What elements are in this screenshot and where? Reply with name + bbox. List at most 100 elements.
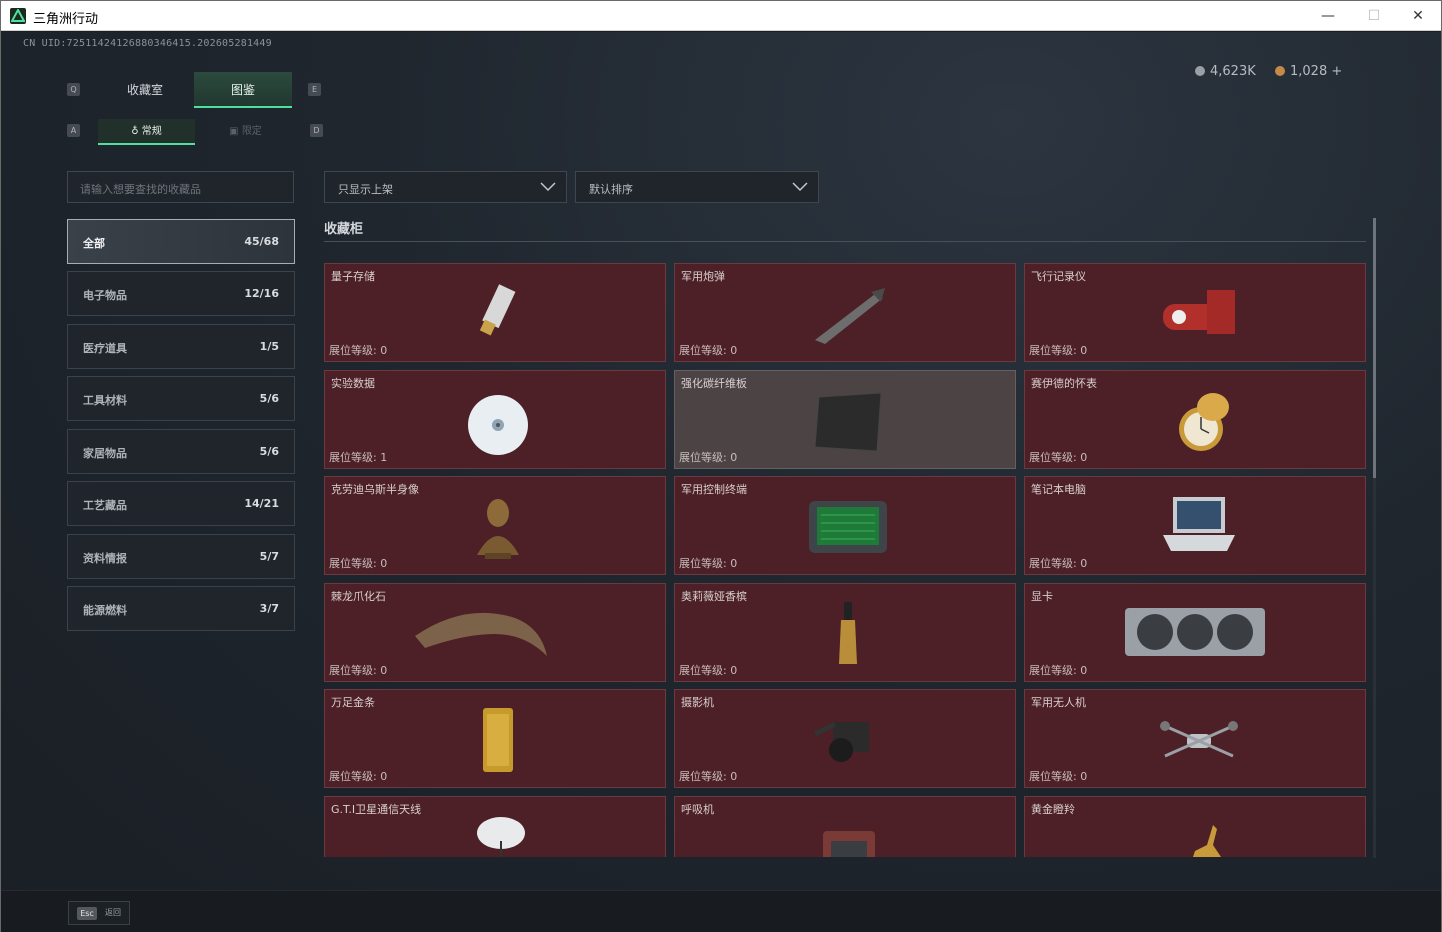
category-medical[interactable]: 医疗道具 1/5 bbox=[67, 324, 295, 369]
collection-item-card[interactable]: 笔记本电脑 展位等级: 0 bbox=[1024, 476, 1366, 575]
display-level: 展位等级: 0 bbox=[329, 555, 387, 571]
silver-amount: 4,623K bbox=[1210, 63, 1256, 79]
tab-collection-room[interactable]: 收藏室 bbox=[96, 72, 194, 108]
display-level: 展位等级: 0 bbox=[679, 449, 737, 465]
category-electronics[interactable]: 电子物品 12/16 bbox=[67, 271, 295, 316]
item-name: 军用控制终端 bbox=[681, 483, 747, 496]
category-all[interactable]: 全部 45/68 bbox=[67, 219, 295, 264]
display-level-label: 展位等级: bbox=[329, 451, 381, 464]
collection-item-card[interactable]: 呼吸机 bbox=[674, 796, 1016, 857]
collection-item-card[interactable]: 赛伊德的怀表 展位等级: 0 bbox=[1024, 370, 1366, 469]
category-intel[interactable]: 资料情报 5/7 bbox=[67, 534, 295, 579]
item-name: 棘龙爪化石 bbox=[331, 590, 386, 603]
usb-drive-icon bbox=[455, 278, 541, 348]
collection-item-card[interactable]: 克劳迪乌斯半身像 展位等级: 0 bbox=[324, 476, 666, 575]
category-label: 工艺藏品 bbox=[83, 499, 127, 512]
maximize-button[interactable]: ☐ bbox=[1351, 1, 1397, 31]
collection-item-card[interactable]: 棘龙爪化石 展位等级: 0 bbox=[324, 583, 666, 682]
collection-item-card[interactable]: 显卡 展位等级: 0 bbox=[1024, 583, 1366, 682]
back-button[interactable]: Esc 返回 bbox=[68, 901, 130, 925]
gold-coin-icon bbox=[1275, 66, 1285, 76]
display-level: 展位等级: 0 bbox=[1029, 768, 1087, 784]
display-level-value: 0 bbox=[1080, 770, 1088, 783]
collection-item-card[interactable]: G.T.I卫星通信天线 bbox=[324, 796, 666, 857]
collection-item-card[interactable]: 飞行记录仪 展位等级: 0 bbox=[1024, 263, 1366, 362]
display-level-label: 展位等级: bbox=[1029, 557, 1081, 570]
chevron-down-icon bbox=[540, 182, 556, 192]
collection-item-card[interactable]: 强化碳纤维板 展位等级: 0 bbox=[674, 370, 1016, 469]
category-label: 全部 bbox=[83, 237, 105, 250]
category-count: 3/7 bbox=[259, 602, 279, 615]
search-input[interactable]: 请输入想要查找的收藏品 bbox=[67, 171, 294, 203]
flight-recorder-icon bbox=[1155, 278, 1241, 348]
display-level-value: 1 bbox=[380, 451, 388, 464]
gold-bar-icon bbox=[455, 704, 541, 774]
collection-item-card[interactable]: 实验数据 展位等级: 1 bbox=[324, 370, 666, 469]
item-name: 量子存储 bbox=[331, 270, 375, 283]
gold-currency[interactable]: 1,028 + bbox=[1275, 62, 1342, 80]
divider bbox=[324, 241, 1366, 242]
item-name: 赛伊德的怀表 bbox=[1031, 377, 1097, 390]
display-level: 展位等级: 0 bbox=[1029, 555, 1087, 571]
item-name: 显卡 bbox=[1031, 590, 1053, 603]
gpu-icon bbox=[1125, 598, 1265, 668]
collection-item-card[interactable]: 量子存储 展位等级: 0 bbox=[324, 263, 666, 362]
category-label: 工具材料 bbox=[83, 394, 127, 407]
scrollbar-thumb[interactable] bbox=[1373, 218, 1376, 478]
display-level-value: 0 bbox=[380, 557, 388, 570]
window-title: 三角洲行动 bbox=[33, 12, 99, 27]
category-label: 资料情报 bbox=[83, 552, 127, 565]
category-energy[interactable]: 能源燃料 3/7 bbox=[67, 586, 295, 631]
display-level-value: 0 bbox=[730, 557, 738, 570]
app-logo-icon bbox=[10, 8, 26, 24]
display-level: 展位等级: 0 bbox=[679, 342, 737, 358]
collection-item-card[interactable]: 军用炮弹 展位等级: 0 bbox=[674, 263, 1016, 362]
category-count: 5/7 bbox=[259, 550, 279, 563]
item-name: 强化碳纤维板 bbox=[681, 377, 747, 390]
tab-catalog[interactable]: 图鉴 bbox=[194, 72, 292, 108]
collection-item-card[interactable]: 军用控制终端 展位等级: 0 bbox=[674, 476, 1016, 575]
main-tabs: 收藏室 图鉴 bbox=[96, 72, 292, 108]
ventilator-icon bbox=[805, 811, 891, 857]
subtab-regular[interactable]: ♁ 常规 bbox=[98, 119, 195, 145]
satellite-dish-icon bbox=[455, 811, 541, 857]
display-level-value: 0 bbox=[1080, 451, 1088, 464]
item-name: 呼吸机 bbox=[681, 803, 714, 816]
game-screen: CN UID:72511424126880346415.202605281449… bbox=[1, 32, 1441, 932]
display-level-label: 展位等级: bbox=[1029, 770, 1081, 783]
item-name: 克劳迪乌斯半身像 bbox=[331, 483, 419, 496]
player-uid: CN UID:72511424126880346415.202605281449 bbox=[23, 38, 272, 49]
display-level-value: 0 bbox=[1080, 664, 1088, 677]
collection-item-card[interactable]: 军用无人机 展位等级: 0 bbox=[1024, 689, 1366, 788]
display-filter-dropdown[interactable]: 只显示上架 bbox=[324, 171, 567, 203]
collection-item-card[interactable]: 万足金条 展位等级: 0 bbox=[324, 689, 666, 788]
chevron-down-icon bbox=[792, 182, 808, 192]
item-name: G.T.I卫星通信天线 bbox=[331, 803, 422, 816]
collection-item-card[interactable]: 黄金瞪羚 bbox=[1024, 796, 1366, 857]
category-crafts[interactable]: 工艺藏品 14/21 bbox=[67, 481, 295, 526]
missile-icon bbox=[805, 278, 891, 348]
category-household[interactable]: 家居物品 5/6 bbox=[67, 429, 295, 474]
subtab-regular-label: 常规 bbox=[141, 126, 162, 137]
minimize-button[interactable]: — bbox=[1305, 1, 1351, 31]
close-button[interactable]: ✕ bbox=[1395, 1, 1441, 31]
display-level-value: 0 bbox=[1080, 557, 1088, 570]
display-level-label: 展位等级: bbox=[329, 557, 381, 570]
collection-item-card[interactable]: 奥莉薇娅香槟 展位等级: 0 bbox=[674, 583, 1016, 682]
collection-item-card[interactable]: 摄影机 展位等级: 0 bbox=[674, 689, 1016, 788]
grid-scrollbar[interactable] bbox=[1373, 218, 1376, 858]
sort-dropdown[interactable]: 默认排序 bbox=[575, 171, 819, 203]
display-level: 展位等级: 0 bbox=[1029, 449, 1087, 465]
image-icon: ▣ bbox=[229, 126, 242, 137]
display-level-value: 0 bbox=[730, 664, 738, 677]
silver-coin-icon bbox=[1195, 66, 1205, 76]
display-level-label: 展位等级: bbox=[329, 344, 381, 357]
display-level-value: 0 bbox=[1080, 344, 1088, 357]
key-hint-q: Q bbox=[67, 83, 80, 96]
subtab-limited[interactable]: ▣ 限定 bbox=[197, 119, 294, 145]
terminal-icon bbox=[805, 491, 891, 561]
esc-key-hint: Esc bbox=[77, 907, 97, 920]
item-name: 黄金瞪羚 bbox=[1031, 803, 1075, 816]
display-level-label: 展位等级: bbox=[679, 770, 731, 783]
category-tools[interactable]: 工具材料 5/6 bbox=[67, 376, 295, 421]
